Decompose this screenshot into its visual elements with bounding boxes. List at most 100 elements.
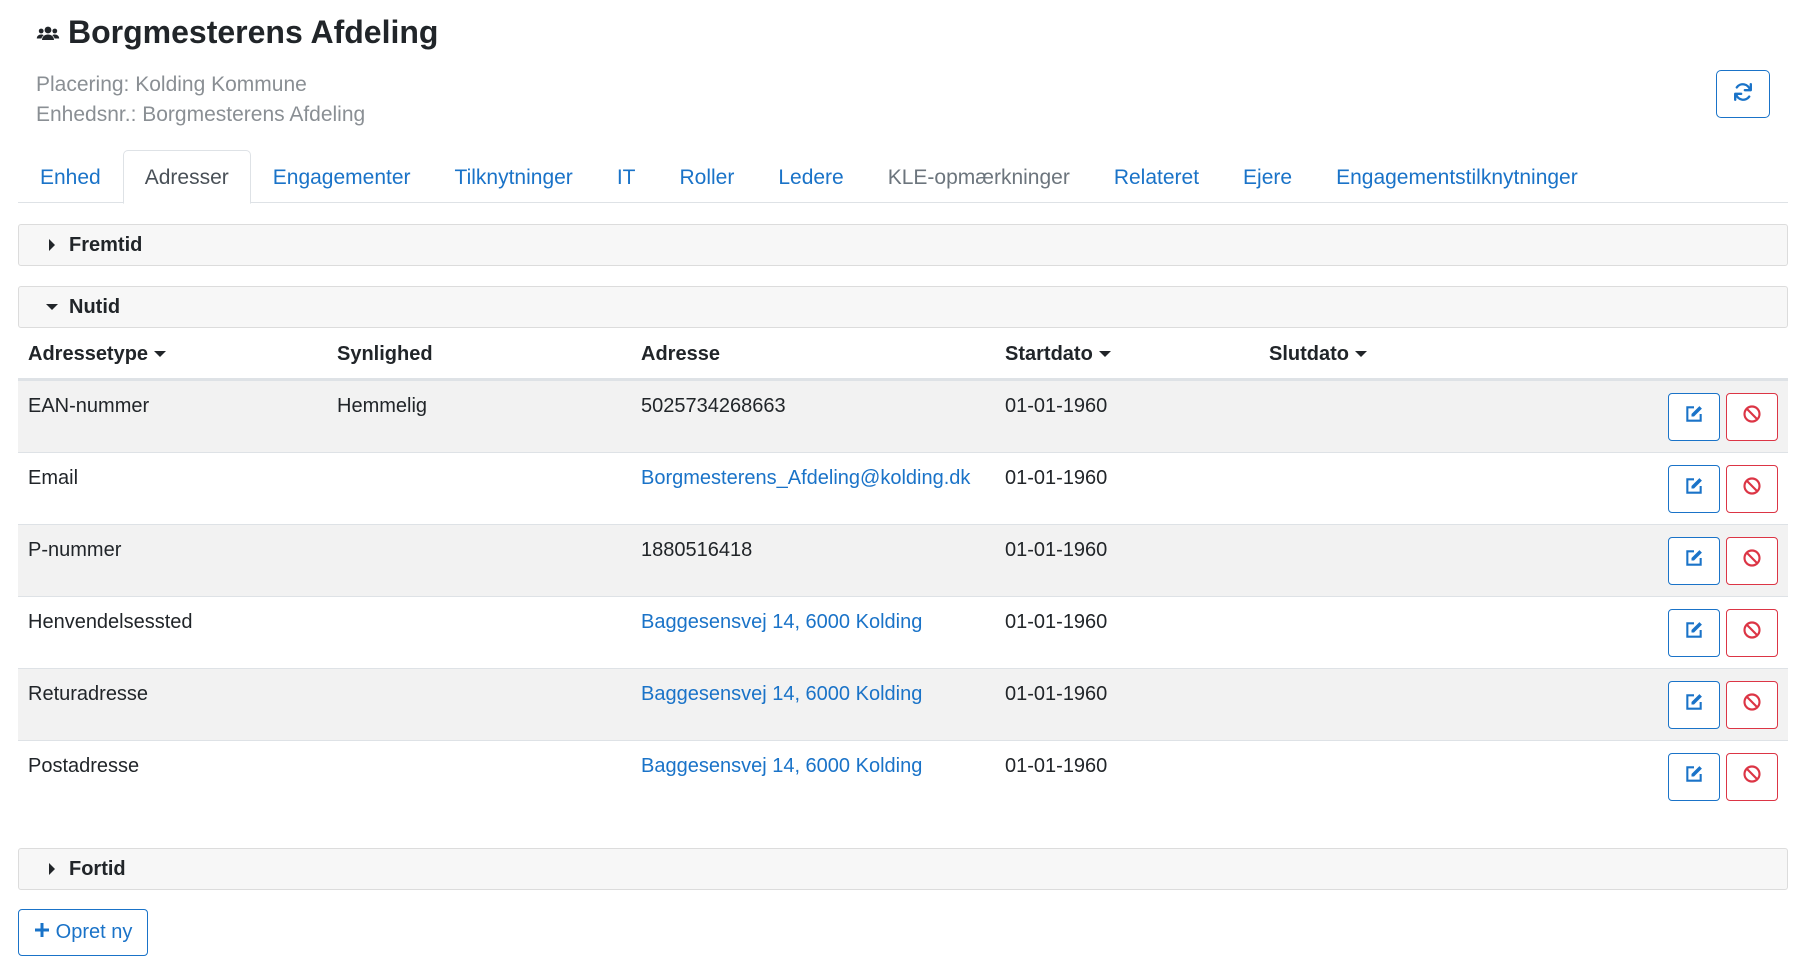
cell-end-date [1259, 669, 1459, 740]
cell-start-date: 01-01-1960 [1005, 755, 1108, 777]
cell-start-date: 01-01-1960 [1005, 539, 1108, 561]
sort-down-icon [1098, 350, 1111, 358]
ban-icon [1742, 764, 1762, 790]
edit-icon [1684, 620, 1704, 646]
refresh-button[interactable] [1716, 70, 1770, 118]
address-table: Adressetype Synlighed Adresse Startdato … [18, 330, 1788, 812]
tab-adresser[interactable]: Adresser [122, 150, 251, 204]
cell-address: Borgmesterens_Afdeling@kolding.dk [631, 453, 995, 524]
terminate-button[interactable] [1726, 393, 1778, 441]
section-past-label: Fortid [69, 857, 126, 880]
header-address: Adresse [631, 343, 995, 366]
edit-button[interactable] [1668, 753, 1720, 801]
refresh-icon [1732, 81, 1754, 108]
section-future-toggle[interactable]: Fremtid [18, 224, 1788, 266]
header-address-type-label: Adressetype [28, 342, 149, 365]
cell-end-date [1259, 381, 1459, 452]
cell-end-date [1259, 741, 1459, 812]
create-new-button[interactable]: Opret ny [18, 909, 148, 956]
cell-address: 1880516418 [641, 539, 753, 561]
header-address-type[interactable]: Adressetype [18, 343, 327, 366]
cell-address-type: Returadresse [28, 683, 149, 705]
title-row: Borgmesterens Afdeling [36, 14, 438, 51]
cell-address-type: Postadresse [28, 755, 140, 777]
ban-icon [1742, 692, 1762, 718]
edit-icon [1684, 476, 1704, 502]
tab-roller[interactable]: Roller [657, 150, 756, 203]
ban-icon [1742, 620, 1762, 646]
terminate-button[interactable] [1726, 681, 1778, 729]
email-link[interactable]: Borgmesterens_Afdeling@kolding.dk [641, 467, 970, 489]
table-row: Returadresse Baggesensvej 14, 6000 Koldi… [18, 668, 1788, 740]
unit-number-text: Enhedsnr.: Borgmesterens Afdeling [36, 103, 366, 126]
header-end-date-label: Slutdato [1269, 342, 1349, 365]
tab-bar: Enhed Adresser Engagementer Tilknytninge… [18, 150, 1788, 204]
header-start-date[interactable]: Startdato [995, 343, 1259, 366]
sort-down-icon [154, 350, 167, 358]
row-actions [1668, 609, 1778, 657]
edit-button[interactable] [1668, 681, 1720, 729]
tab-enhed[interactable]: Enhed [18, 150, 123, 203]
header-end-date[interactable]: Slutdato [1259, 343, 1459, 366]
cell-visibility: Hemmelig [337, 395, 428, 417]
edit-button[interactable] [1668, 465, 1720, 513]
edit-button[interactable] [1668, 537, 1720, 585]
plus-icon [34, 921, 50, 944]
table-row: Postadresse Baggesensvej 14, 6000 Koldin… [18, 740, 1788, 812]
section-present-toggle[interactable]: Nutid [18, 286, 1788, 328]
tab-it[interactable]: IT [595, 150, 658, 203]
cell-address: 5025734268663 [641, 395, 786, 417]
tab-ejere[interactable]: Ejere [1221, 150, 1314, 203]
ban-icon [1742, 404, 1762, 430]
tab-kle-opmaerkninger[interactable]: KLE-opmærkninger [866, 150, 1092, 203]
cell-start-date: 01-01-1960 [1005, 395, 1108, 417]
cell-end-date [1259, 525, 1459, 596]
cell-visibility [327, 453, 631, 524]
cell-visibility [327, 597, 631, 668]
create-new-label: Opret ny [55, 921, 133, 943]
tab-ledere[interactable]: Ledere [756, 150, 865, 203]
cell-end-date [1259, 453, 1459, 524]
terminate-button[interactable] [1726, 753, 1778, 801]
tab-relateret[interactable]: Relateret [1092, 150, 1221, 203]
cell-start-date: 01-01-1960 [1005, 683, 1108, 705]
header-visibility: Synlighed [327, 343, 631, 366]
edit-icon [1684, 692, 1704, 718]
cell-start-date: 01-01-1960 [1005, 611, 1108, 633]
terminate-button[interactable] [1726, 537, 1778, 585]
row-actions [1668, 681, 1778, 729]
header-start-date-label: Startdato [1005, 342, 1093, 365]
cell-start-date: 01-01-1960 [1005, 467, 1108, 489]
edit-button[interactable] [1668, 393, 1720, 441]
caret-down-icon [45, 300, 59, 314]
row-actions [1668, 465, 1778, 513]
caret-right-icon [45, 238, 59, 252]
users-icon [36, 21, 60, 45]
tab-tilknytninger[interactable]: Tilknytninger [433, 150, 595, 203]
cell-address-type: Henvendelsessted [28, 611, 193, 633]
sort-down-icon [1355, 350, 1367, 358]
page-title: Borgmesterens Afdeling [68, 14, 439, 50]
tab-engagementstilknytninger[interactable]: Engagementstilknytninger [1314, 150, 1600, 203]
edit-icon [1684, 404, 1704, 430]
address-link[interactable]: Baggesensvej 14, 6000 Kolding [641, 683, 922, 705]
edit-button[interactable] [1668, 609, 1720, 657]
address-link[interactable]: Baggesensvej 14, 6000 Kolding [641, 611, 922, 633]
cell-address: Baggesensvej 14, 6000 Kolding [631, 597, 995, 668]
cell-visibility [327, 525, 631, 596]
placement-text: Placering: Kolding Kommune [36, 73, 307, 96]
cell-address: Baggesensvej 14, 6000 Kolding [631, 741, 995, 812]
section-past-toggle[interactable]: Fortid [18, 848, 1788, 890]
cell-address-type: Email [28, 467, 79, 489]
cell-visibility [327, 669, 631, 740]
edit-icon [1684, 548, 1704, 574]
address-link[interactable]: Baggesensvej 14, 6000 Kolding [641, 755, 922, 777]
terminate-button[interactable] [1726, 609, 1778, 657]
header-visibility-label: Synlighed [337, 342, 433, 365]
cell-address-type: P-nummer [28, 539, 122, 561]
tab-engagementer[interactable]: Engagementer [251, 150, 433, 203]
table-header: Adressetype Synlighed Adresse Startdato … [18, 330, 1788, 380]
page-header: Borgmesterens Afdeling Placering: Koldin… [18, 0, 1788, 142]
terminate-button[interactable] [1726, 465, 1778, 513]
ban-icon [1742, 548, 1762, 574]
